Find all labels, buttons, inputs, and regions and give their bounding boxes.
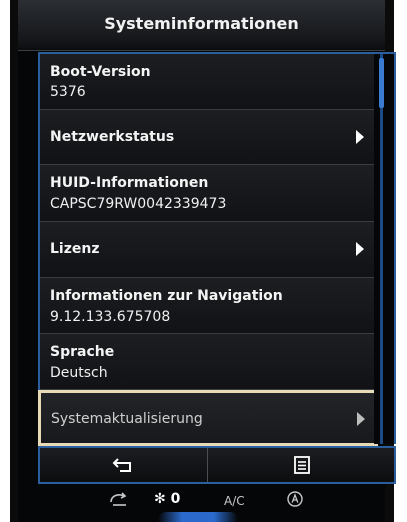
climate-status-bar: ✻ 0 A/C (18, 486, 385, 522)
chevron-right-icon (357, 412, 365, 426)
list-item-label: Sprache (50, 344, 115, 360)
chevron-right-icon (356, 130, 364, 144)
ac-status[interactable]: A/C (224, 494, 245, 508)
list-item-network-status[interactable]: Netzwerkstatus (40, 110, 374, 165)
list-item-value: CAPSC79RW0042339473 (50, 196, 227, 212)
list-item-label: Boot-Version (50, 64, 151, 80)
title-bar: Systeminformationen (18, 0, 385, 51)
menu-button[interactable] (209, 448, 394, 482)
active-indicator-glow (158, 512, 238, 522)
list-item-license[interactable]: Lizenz (40, 222, 374, 278)
scrollbar-thumb[interactable] (379, 58, 384, 108)
back-button[interactable] (40, 448, 208, 482)
list-item-value: 9.12.133.675708 (50, 309, 171, 325)
screen: Systeminformationen Boot-Version 5376 Ne… (18, 0, 396, 522)
softkey-bar (38, 446, 396, 484)
scrollbar[interactable] (374, 54, 394, 444)
list-item-value: Deutsch (50, 365, 108, 381)
auto-climate-icon[interactable] (286, 490, 304, 508)
settings-list[interactable]: Boot-Version 5376 Netzwerkstatus HUID-In… (38, 52, 396, 446)
list-item-value: 5376 (50, 84, 86, 100)
list-item-language[interactable]: Sprache Deutsch (40, 334, 374, 390)
list-item-huid-info[interactable]: HUID-Informationen CAPSC79RW0042339473 (40, 165, 374, 222)
list-menu-icon (293, 456, 310, 474)
list-item-navigation-info[interactable]: Informationen zur Navigation 9.12.133.67… (40, 278, 374, 334)
fan-speed-value: 0 (170, 491, 181, 507)
list-item-system-update[interactable]: Systemaktualisierung (38, 390, 378, 446)
list-item-boot-version[interactable]: Boot-Version 5376 (40, 54, 374, 110)
fan-icon: ✻ (154, 491, 166, 507)
chevron-right-icon (356, 242, 364, 256)
list-item-label: Lizenz (50, 241, 100, 257)
list-item-label: Informationen zur Navigation (50, 288, 283, 304)
back-arrow-icon (112, 458, 131, 472)
list-item-label: HUID-Informationen (50, 175, 209, 191)
list-item-label: Netzwerkstatus (50, 129, 175, 145)
scrollbar-track (380, 54, 383, 444)
page-title: Systeminformationen (104, 14, 299, 33)
recirculation-icon[interactable] (108, 490, 130, 508)
list-item-label: Systemaktualisierung (51, 411, 203, 427)
fan-status[interactable]: ✻ 0 (154, 491, 180, 507)
